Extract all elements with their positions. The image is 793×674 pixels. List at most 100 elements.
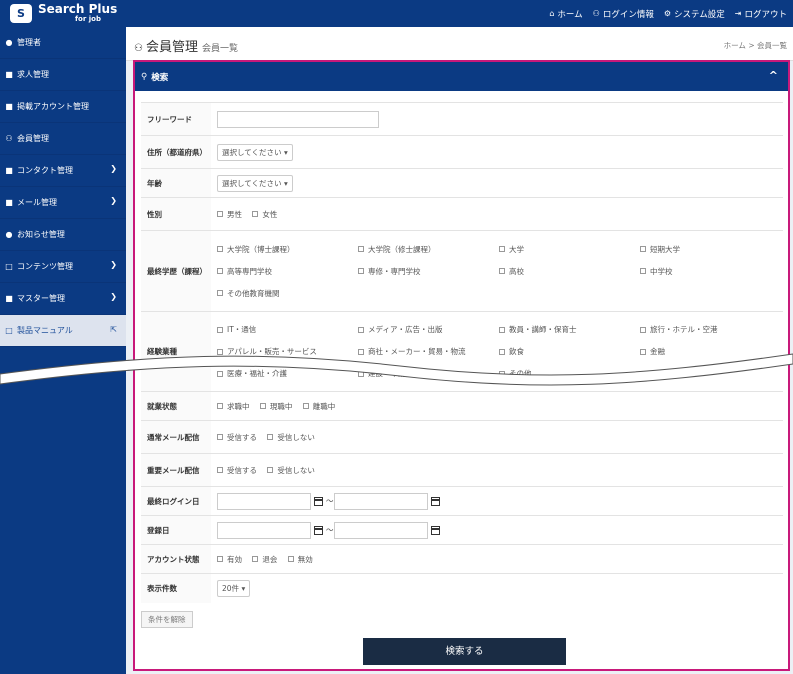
experience-checkbox[interactable]: 教員・講師・保育士 (499, 324, 632, 335)
education-checkbox[interactable]: 大学院（修士課程） (358, 244, 491, 255)
external-link-icon: ⇱ (110, 325, 117, 334)
calendar-icon[interactable] (430, 496, 440, 506)
building-icon: ■ (5, 102, 13, 111)
sidebar-item-label: マスター管理 (17, 294, 65, 303)
sidebar-item-master[interactable]: ■ マスター管理 ❯ (0, 283, 126, 315)
briefcase-icon: ■ (5, 70, 13, 79)
education-checkbox[interactable]: 専修・専門学校 (358, 266, 491, 277)
per-page-select[interactable]: 20件 ▾ (217, 579, 251, 597)
breadcrumb-home[interactable]: ホーム (724, 41, 746, 50)
sidebar-item-notices[interactable]: ● お知らせ管理 (0, 219, 126, 251)
employment-checkbox[interactable]: 求職中 (217, 401, 250, 412)
account-status-checkbox[interactable]: 無効 (287, 554, 313, 565)
page-title-text: 会員管理 (145, 40, 198, 55)
top-header: S Search Plus for job ⌂ ホーム ⚇ ログイン情報 ⚙ システム… (0, 0, 793, 27)
logo-subtitle: for job (75, 15, 101, 23)
search-panel-header[interactable]: ⚲ 検索 ^ (135, 62, 788, 91)
sidebar-item-label: 求人管理 (17, 70, 49, 79)
gender-male-checkbox[interactable]: 男性 (217, 209, 242, 220)
experience-checkbox[interactable]: 建設・不動産 (358, 368, 491, 379)
mail-icon: ■ (5, 198, 13, 207)
age-select-value: 選択してください (222, 178, 282, 188)
sidebar-item-label: お知らせ管理 (17, 230, 65, 239)
address-select-value: 選択してください (222, 147, 282, 157)
age-label: 年齢 (141, 168, 211, 198)
education-checkbox[interactable]: 大学院（博士課程） (217, 244, 350, 255)
last-login-from-input[interactable] (217, 492, 311, 510)
address-select[interactable]: 選択してください ▾ (217, 143, 293, 161)
important-mail-checkbox[interactable]: 受信する (217, 465, 257, 476)
calendar-icon[interactable] (430, 525, 440, 535)
experience-checkbox[interactable]: IT・通信 (217, 324, 350, 335)
sidebar-item-manual[interactable]: □ 製品マニュアル ⇱ (0, 315, 126, 347)
sidebar-item-contacts[interactable]: ■ コンタクト管理 ❯ (0, 155, 126, 187)
nav-system-settings[interactable]: ⚙ システム設定 (664, 8, 725, 20)
sidebar-item-label: コンタクト管理 (17, 166, 73, 175)
experience-checkbox[interactable]: アパレル・販売・サービス (217, 346, 350, 357)
calendar-icon[interactable] (314, 525, 323, 535)
range-separator: ～ (326, 496, 334, 505)
experience-checkbox[interactable]: 金融 (640, 346, 773, 357)
chevron-right-icon: ❯ (110, 292, 117, 301)
register-from-input[interactable] (217, 521, 311, 539)
logout-icon: ⇥ (734, 9, 742, 18)
sidebar-item-label: 管理者 (17, 38, 41, 47)
nav-login-info[interactable]: ⚇ ログイン情報 (593, 8, 654, 20)
education-checkbox[interactable]: 高校 (499, 266, 632, 277)
sidebar-item-members[interactable]: ⚇ 会員管理 (0, 123, 126, 155)
employment-checkbox[interactable]: 離職中 (302, 401, 335, 412)
nav-system-settings-label: システム設定 (674, 9, 725, 20)
clear-conditions-button[interactable]: 条件を解除 (141, 611, 193, 628)
important-mail-label: 重要メール配信 (141, 453, 211, 487)
important-mail-checkbox[interactable]: 受信しない (267, 465, 315, 476)
employment-checkbox[interactable]: 現職中 (259, 401, 292, 412)
page-title: ⚇ 会員管理 会員一覧 (134, 36, 238, 55)
account-status-checkbox[interactable]: 退会 (252, 554, 277, 565)
normal-mail-checkbox[interactable]: 受信する (217, 432, 257, 443)
breadcrumb-current: 会員一覧 (757, 41, 787, 50)
calendar-icon[interactable] (314, 496, 323, 506)
caret-down-icon: ▾ (283, 178, 288, 188)
chevron-right-icon: ❯ (110, 196, 117, 205)
gender-female-checkbox[interactable]: 女性 (252, 209, 277, 220)
sidebar-item-jobs[interactable]: ■ 求人管理 (0, 59, 126, 91)
normal-mail-checkbox[interactable]: 受信しない (267, 432, 315, 443)
education-checkbox[interactable]: 中学校 (640, 266, 773, 277)
nav-home[interactable]: ⌂ ホーム (549, 8, 582, 20)
experience-checkbox[interactable]: 飲食 (499, 346, 632, 357)
sidebar-item-accounts[interactable]: ■ 掲載アカウント管理 (0, 91, 126, 123)
experience-checkbox[interactable]: 医療・福祉・介護 (217, 368, 350, 379)
page-subtitle: 会員一覧 (201, 44, 238, 54)
sidebar-item-admin[interactable]: ● 管理者 (0, 27, 126, 59)
nav-login-info-label: ログイン情報 (602, 9, 654, 20)
experience-checkbox[interactable]: 商社・メーカー・貿易・物流 (358, 346, 491, 357)
education-checkbox[interactable]: 大学 (499, 244, 632, 255)
info-icon: ● (5, 230, 13, 239)
education-checkbox[interactable]: 高等専門学校 (217, 266, 350, 277)
chevron-up-icon[interactable]: ^ (769, 69, 778, 82)
gear-icon: ⚙ (663, 9, 672, 18)
sidebar-item-label: メール管理 (17, 198, 57, 207)
sidebar: ● 管理者 ■ 求人管理 ■ 掲載アカウント管理 ⚇ 会員管理 ■ コンタクト管理 ❯ ■ メ… (0, 27, 126, 674)
logo[interactable]: S Search Plus for job (0, 0, 126, 27)
account-status-checkbox[interactable]: 有効 (217, 554, 242, 565)
sidebar-item-label: 製品マニュアル (17, 326, 73, 335)
experience-checkbox[interactable]: その他 (499, 368, 632, 379)
search-button[interactable]: 検索する (363, 638, 566, 665)
register-to-input[interactable] (333, 521, 428, 539)
caret-down-icon: ▾ (241, 583, 246, 593)
sidebar-item-mail[interactable]: ■ メール管理 ❯ (0, 187, 126, 219)
education-checkbox[interactable]: 短期大学 (640, 244, 773, 255)
education-checkbox[interactable]: その他教育機関 (217, 288, 350, 299)
nav-logout[interactable]: ⇥ ログアウト (735, 8, 787, 20)
caret-down-icon: ▾ (283, 147, 288, 157)
experience-checkbox[interactable]: 旅行・ホテル・空港 (640, 324, 773, 335)
freeword-input[interactable] (217, 110, 379, 128)
sidebar-item-contents[interactable]: □ コンテンツ管理 ❯ (0, 251, 126, 283)
experience-checkbox[interactable]: メディア・広告・出版 (358, 324, 491, 335)
last-login-to-input[interactable] (333, 492, 428, 510)
employment-label: 就業状態 (141, 391, 211, 421)
experience-options: IT・通信 メディア・広告・出版 教員・講師・保育士 旅行・ホテル・空港 アパレ… (217, 318, 783, 385)
freeword-label: フリーワード (141, 102, 211, 136)
age-select[interactable]: 選択してください ▾ (217, 174, 293, 192)
